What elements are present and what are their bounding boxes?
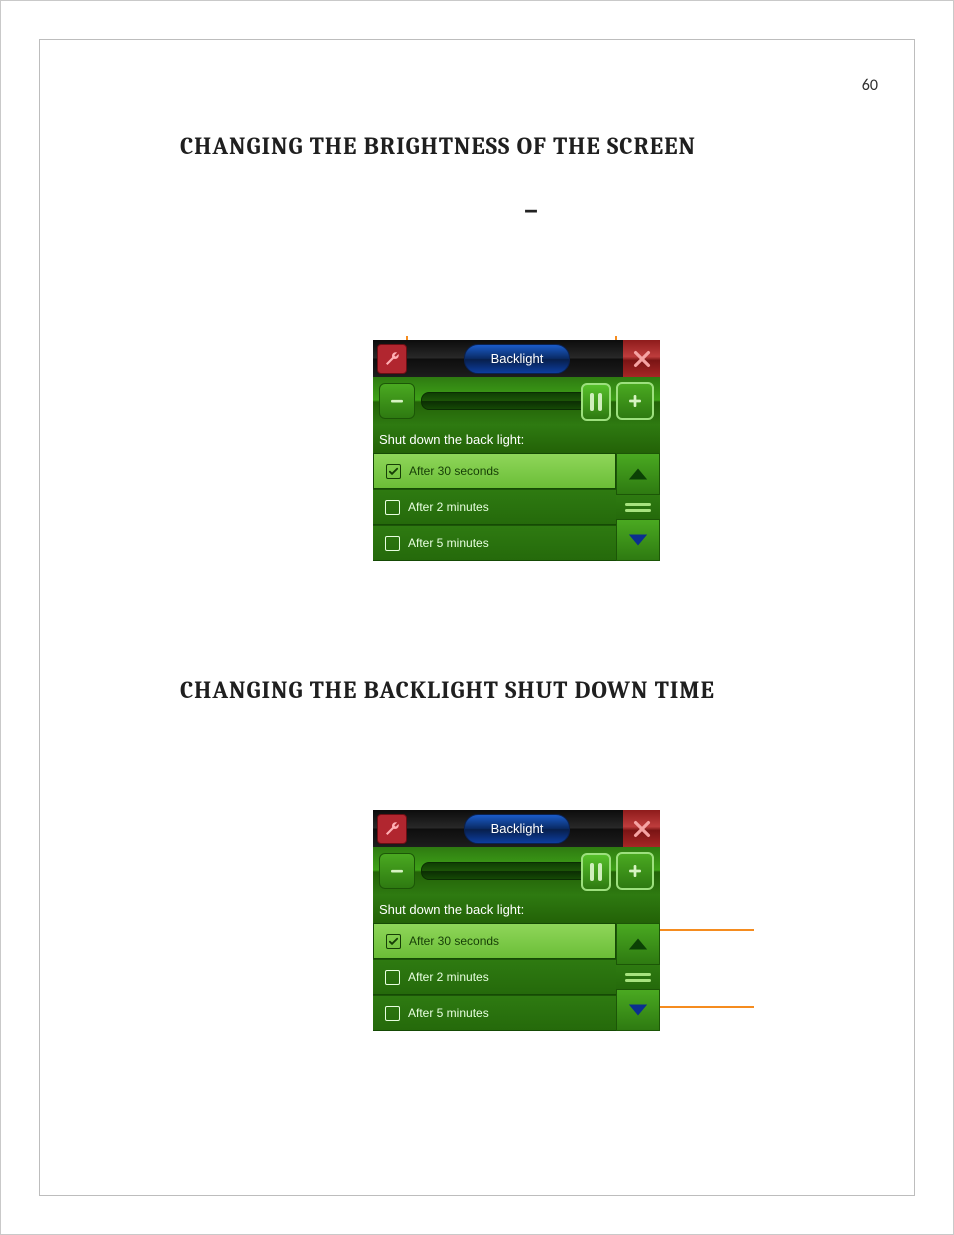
option-label: After 5 minutes	[408, 1006, 489, 1020]
app-icon[interactable]	[377, 814, 407, 844]
brightness-increase-button[interactable]	[616, 382, 654, 420]
shutdown-label-text: Shut down the back light:	[379, 432, 524, 447]
titlebar: Backlight	[373, 810, 660, 847]
close-button[interactable]	[623, 340, 660, 377]
scroll-column	[616, 923, 660, 1031]
option-after-5m[interactable]: After 5 minutes	[373, 995, 616, 1031]
scroll-down-button[interactable]	[616, 519, 660, 561]
brightness-slider-row	[373, 847, 660, 895]
page: 60 CHANGING THE BRIGHTNESS OF THE SCREEN…	[0, 0, 954, 1235]
brightness-thumb[interactable]	[581, 853, 611, 891]
annotation-line	[654, 1006, 754, 1008]
option-label: After 30 seconds	[409, 464, 499, 478]
checkbox-icon	[386, 934, 401, 949]
backlight-panel: Backlight	[373, 340, 660, 560]
backlight-panel: Backlight	[373, 810, 660, 1030]
checkbox-icon	[385, 536, 400, 551]
scroll-down-button[interactable]	[616, 989, 660, 1031]
option-after-2m[interactable]: After 2 minutes	[373, 489, 616, 525]
checkbox-icon	[385, 500, 400, 515]
title-tab: Backlight	[464, 344, 571, 374]
title-text: Backlight	[491, 351, 544, 366]
options-list: After 30 seconds After 2 minutes After 5…	[373, 453, 616, 561]
plus-icon	[626, 392, 644, 410]
triangle-down-icon	[627, 533, 649, 547]
dash-decorative: –	[524, 194, 538, 226]
brightness-track[interactable]	[421, 862, 610, 880]
title-text: Backlight	[491, 821, 544, 836]
titlebar: Backlight	[373, 340, 660, 377]
checkbox-icon	[386, 464, 401, 479]
options-row: After 30 seconds After 2 minutes After 5…	[373, 453, 660, 561]
option-label: After 5 minutes	[408, 536, 489, 550]
shutdown-section-label: Shut down the back light:	[373, 425, 660, 453]
page-number: 60	[862, 76, 878, 95]
title-tab-wrap: Backlight	[411, 344, 623, 374]
options-row: After 30 seconds After 2 minutes After 5…	[373, 923, 660, 1031]
minus-icon	[388, 862, 406, 880]
options-list: After 30 seconds After 2 minutes After 5…	[373, 923, 616, 1031]
page-inner-border: 60 CHANGING THE BRIGHTNESS OF THE SCREEN…	[39, 39, 915, 1196]
close-icon	[631, 348, 653, 370]
heading-shutdown: CHANGING THE BACKLIGHT SHUT DOWN TIME	[180, 676, 715, 704]
brightness-track[interactable]	[421, 392, 610, 410]
shutdown-label-text: Shut down the back light:	[379, 902, 524, 917]
triangle-down-icon	[627, 1003, 649, 1017]
option-after-5m[interactable]: After 5 minutes	[373, 525, 616, 561]
brightness-decrease-button[interactable]	[379, 383, 415, 419]
close-icon	[631, 818, 653, 840]
title-tab-wrap: Backlight	[411, 814, 623, 844]
close-button[interactable]	[623, 810, 660, 847]
scroll-column	[616, 453, 660, 561]
option-after-30s[interactable]: After 30 seconds	[373, 453, 616, 489]
scroll-up-button[interactable]	[616, 923, 660, 965]
brightness-slider-row	[373, 377, 660, 425]
app-icon[interactable]	[377, 344, 407, 374]
option-label: After 2 minutes	[408, 500, 489, 514]
checkbox-icon	[385, 970, 400, 985]
option-label: After 30 seconds	[409, 934, 499, 948]
wrench-icon	[383, 350, 401, 368]
option-after-2m[interactable]: After 2 minutes	[373, 959, 616, 995]
triangle-up-icon	[627, 467, 649, 481]
heading-brightness: CHANGING THE BRIGHTNESS OF THE SCREEN	[180, 132, 696, 160]
wrench-icon	[383, 820, 401, 838]
brightness-increase-button[interactable]	[616, 852, 654, 890]
title-tab: Backlight	[464, 814, 571, 844]
option-label: After 2 minutes	[408, 970, 489, 984]
annotation-line	[654, 929, 754, 931]
triangle-up-icon	[627, 937, 649, 951]
brightness-decrease-button[interactable]	[379, 853, 415, 889]
scroll-up-button[interactable]	[616, 453, 660, 495]
option-after-30s[interactable]: After 30 seconds	[373, 923, 616, 959]
scroll-grip-icon	[616, 965, 660, 989]
shutdown-section-label: Shut down the back light:	[373, 895, 660, 923]
scroll-grip-icon	[616, 495, 660, 519]
minus-icon	[388, 392, 406, 410]
brightness-thumb[interactable]	[581, 383, 611, 421]
checkbox-icon	[385, 1006, 400, 1021]
plus-icon	[626, 862, 644, 880]
